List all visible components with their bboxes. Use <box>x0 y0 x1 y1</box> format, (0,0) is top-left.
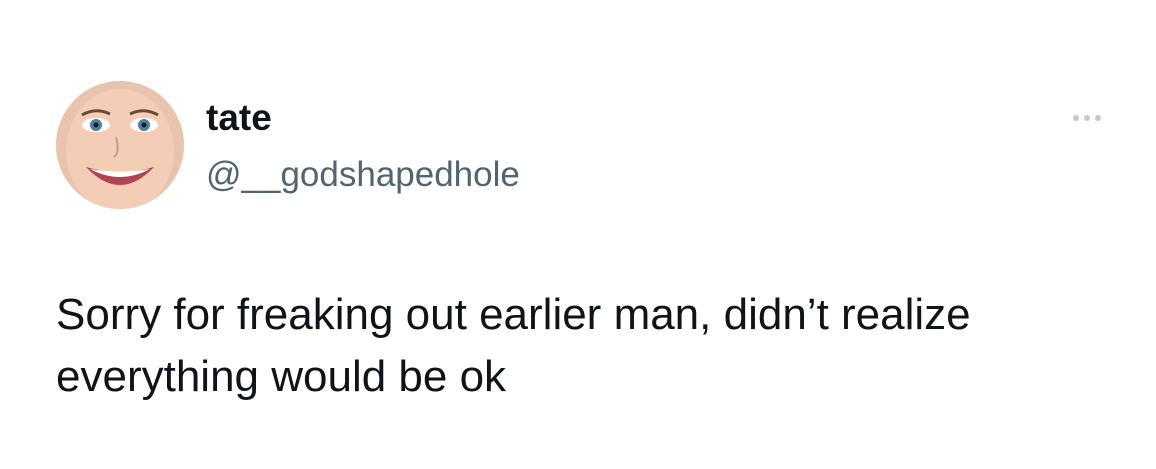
avatar[interactable] <box>56 81 184 209</box>
author-handle[interactable]: @__godshapedhole <box>206 154 520 196</box>
tweet-text: Sorry for freaking out earlier man, didn… <box>56 290 971 401</box>
more-dots-icon <box>1073 115 1079 121</box>
author-display-name[interactable]: tate <box>206 96 272 140</box>
tweet-card: tate @__godshapedhole Sorry for freaking… <box>0 0 1156 469</box>
more-dots-icon <box>1084 115 1090 121</box>
more-options-button[interactable] <box>1062 104 1112 132</box>
profile-photo-icon <box>56 81 184 209</box>
more-dots-icon <box>1095 115 1101 121</box>
